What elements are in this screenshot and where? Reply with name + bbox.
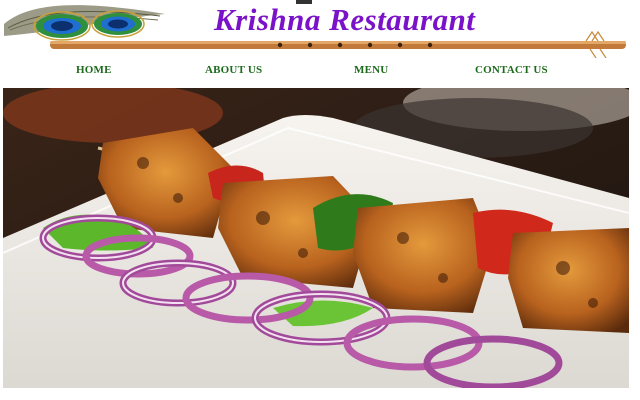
hero-image <box>3 88 629 388</box>
main-nav: HOME ABOUT US MENU CONTACT US <box>0 64 640 84</box>
paneer-tikka-photo <box>3 88 629 388</box>
page-footer-space <box>0 388 640 400</box>
nav-menu-link[interactable]: MENU <box>354 64 388 76</box>
nav-contact-link[interactable]: CONTACT US <box>475 64 548 76</box>
peacock-feather-icon <box>4 5 165 41</box>
nav-home-link[interactable]: HOME <box>76 64 112 76</box>
site-title[interactable]: Krishna Restaurant <box>214 2 475 38</box>
nav-about-link[interactable]: ABOUT US <box>205 64 262 76</box>
site-header: Krishna Restaurant <box>0 0 640 58</box>
